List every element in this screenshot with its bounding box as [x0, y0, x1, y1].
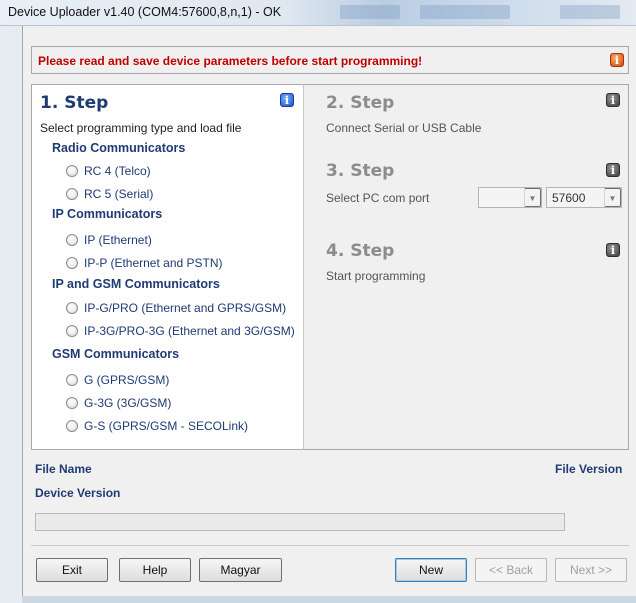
radio-option-g-3g[interactable]: G-3G (3G/GSM) [66, 396, 171, 410]
step4-description: Start programming [326, 269, 426, 283]
radio-label: IP-P (Ethernet and PSTN) [84, 256, 223, 270]
radio-button[interactable] [66, 257, 78, 269]
separator [31, 545, 629, 546]
step1-title: 1. Step [40, 93, 109, 113]
radio-option-ip-3g-pro-3g[interactable]: IP-3G/PRO-3G (Ethernet and 3G/GSM) [66, 324, 295, 338]
radio-option-ip-p[interactable]: IP-P (Ethernet and PSTN) [66, 256, 223, 270]
next-button[interactable]: Next >> [555, 558, 627, 582]
radio-option-ip[interactable]: IP (Ethernet) [66, 233, 152, 247]
file-version-label: File Version [555, 462, 623, 476]
language-button[interactable]: Magyar [199, 558, 282, 582]
group-heading-gsm: GSM Communicators [52, 347, 180, 361]
warning-message: Please read and save device parameters b… [38, 54, 423, 68]
radio-label: RC 4 (Telco) [84, 164, 151, 178]
step3-title: 3. Step [326, 161, 395, 181]
group-heading-ip-gsm: IP and GSM Communicators [52, 277, 220, 291]
group-heading-ip: IP Communicators [52, 207, 163, 221]
step1-panel: 1. Step i Select programming type and lo… [31, 84, 303, 450]
radio-label: G-S (GPRS/GSM - SECOLink) [84, 419, 249, 433]
radio-button[interactable] [66, 234, 78, 246]
warning-banner: Please read and save device parameters b… [31, 46, 629, 74]
background-window-blur [560, 5, 620, 19]
step1-description: Select programming type and load file [40, 121, 242, 135]
radio-label: RC 5 (Serial) [84, 187, 154, 201]
exit-button[interactable]: Exit [36, 558, 108, 582]
radio-option-rc4[interactable]: RC 4 (Telco) [66, 164, 151, 178]
file-name-label: File Name [35, 462, 92, 476]
radio-label: G-3G (3G/GSM) [84, 396, 172, 410]
radio-label: G (GPRS/GSM) [84, 373, 170, 387]
warning-info-icon[interactable]: i [610, 53, 624, 67]
radio-button[interactable] [66, 397, 78, 409]
step4-title: 4. Step [326, 241, 395, 261]
chevron-down-icon[interactable]: ▼ [604, 188, 621, 207]
background-desktop [0, 26, 22, 603]
steps-panel: 2. Step i Connect Serial or USB Cable 3.… [303, 84, 629, 450]
step3-info-icon[interactable]: i [606, 163, 620, 177]
upload-progress-bar [35, 513, 565, 531]
step1-info-icon[interactable]: i [280, 93, 294, 107]
group-heading-radio: Radio Communicators [52, 141, 186, 155]
window-titlebar: Device Uploader v1.40 (COM4:57600,8,n,1)… [0, 0, 636, 26]
baud-rate-value: 57600 [552, 191, 586, 205]
baud-rate-select[interactable]: 57600 ▼ [546, 187, 622, 208]
step4-info-icon[interactable]: i [606, 243, 620, 257]
device-version-label: Device Version [35, 486, 121, 500]
step2-info-icon[interactable]: i [606, 93, 620, 107]
help-button[interactable]: Help [119, 558, 191, 582]
step2-description: Connect Serial or USB Cable [326, 121, 482, 135]
radio-option-ip-g-pro[interactable]: IP-G/PRO (Ethernet and GPRS/GSM) [66, 301, 286, 315]
radio-button[interactable] [66, 302, 78, 314]
com-port-select[interactable]: ▼ [478, 187, 542, 208]
radio-label: IP-3G/PRO-3G (Ethernet and 3G/GSM) [84, 324, 295, 338]
main-window: Please read and save device parameters b… [22, 26, 636, 603]
radio-option-g[interactable]: G (GPRS/GSM) [66, 373, 169, 387]
background-window-blur [340, 5, 400, 19]
radio-label: IP-G/PRO (Ethernet and GPRS/GSM) [84, 301, 287, 315]
radio-button[interactable] [66, 165, 78, 177]
radio-option-g-s[interactable]: G-S (GPRS/GSM - SECOLink) [66, 419, 248, 433]
back-button[interactable]: << Back [475, 558, 547, 582]
step3-description: Select PC com port [326, 191, 430, 205]
radio-button[interactable] [66, 188, 78, 200]
window-title: Device Uploader v1.40 (COM4:57600,8,n,1)… [8, 5, 282, 19]
step2-title: 2. Step [326, 93, 395, 113]
radio-option-rc5[interactable]: RC 5 (Serial) [66, 187, 153, 201]
radio-button[interactable] [66, 420, 78, 432]
radio-label: IP (Ethernet) [84, 233, 152, 247]
background-window-blur [420, 5, 510, 19]
radio-button[interactable] [66, 325, 78, 337]
radio-button[interactable] [66, 374, 78, 386]
background-desktop [22, 596, 636, 603]
chevron-down-icon[interactable]: ▼ [524, 188, 541, 207]
new-button[interactable]: New [395, 558, 467, 582]
